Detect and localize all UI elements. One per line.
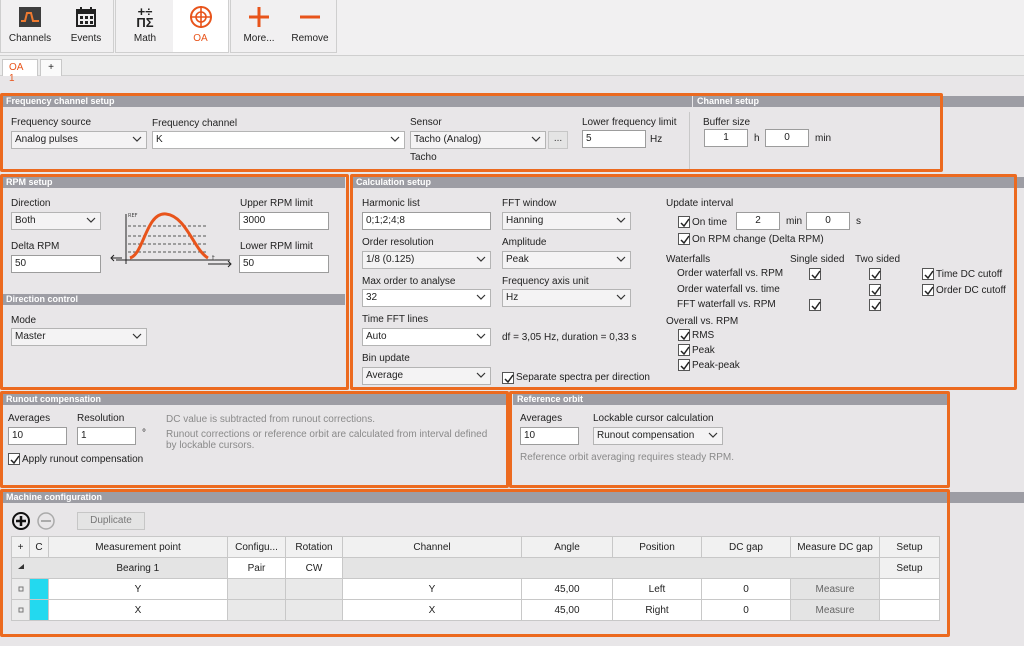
toolbar: Channels Events +÷ ΠΣ Math OA More... Rem… bbox=[0, 0, 1024, 56]
frequency-setup-highlight bbox=[0, 93, 943, 172]
calculation-setup-highlight bbox=[350, 174, 1017, 390]
events-icon bbox=[74, 5, 98, 29]
math-label: Math bbox=[133, 33, 157, 44]
oa-icon bbox=[189, 5, 213, 29]
channels-icon bbox=[18, 5, 42, 29]
oa-label: OA bbox=[193, 33, 208, 44]
remove-label: Remove bbox=[291, 33, 329, 44]
more-button[interactable]: More... bbox=[234, 0, 284, 52]
remove-button[interactable]: Remove bbox=[284, 0, 336, 52]
more-label: More... bbox=[243, 33, 275, 44]
events-button[interactable]: Events bbox=[60, 0, 112, 52]
add-tab-button[interactable]: + bbox=[40, 59, 62, 76]
machine-config-highlight bbox=[0, 489, 950, 637]
oa-button[interactable]: OA bbox=[173, 0, 228, 52]
events-label: Events bbox=[70, 33, 102, 44]
channels-label: Channels bbox=[8, 33, 52, 44]
tab-oa1[interactable]: OA 1 bbox=[2, 59, 38, 84]
math-icon: +÷ ΠΣ bbox=[136, 4, 154, 30]
runout-highlight bbox=[0, 391, 509, 488]
tab-strip: OA 1 + bbox=[0, 56, 1024, 84]
minus-icon bbox=[298, 5, 322, 29]
channels-button[interactable]: Channels bbox=[4, 0, 56, 52]
plus-icon bbox=[247, 5, 271, 29]
math-button[interactable]: +÷ ΠΣ Math bbox=[118, 0, 172, 52]
rpm-setup-highlight bbox=[0, 174, 349, 390]
reference-orbit-highlight bbox=[509, 391, 950, 488]
